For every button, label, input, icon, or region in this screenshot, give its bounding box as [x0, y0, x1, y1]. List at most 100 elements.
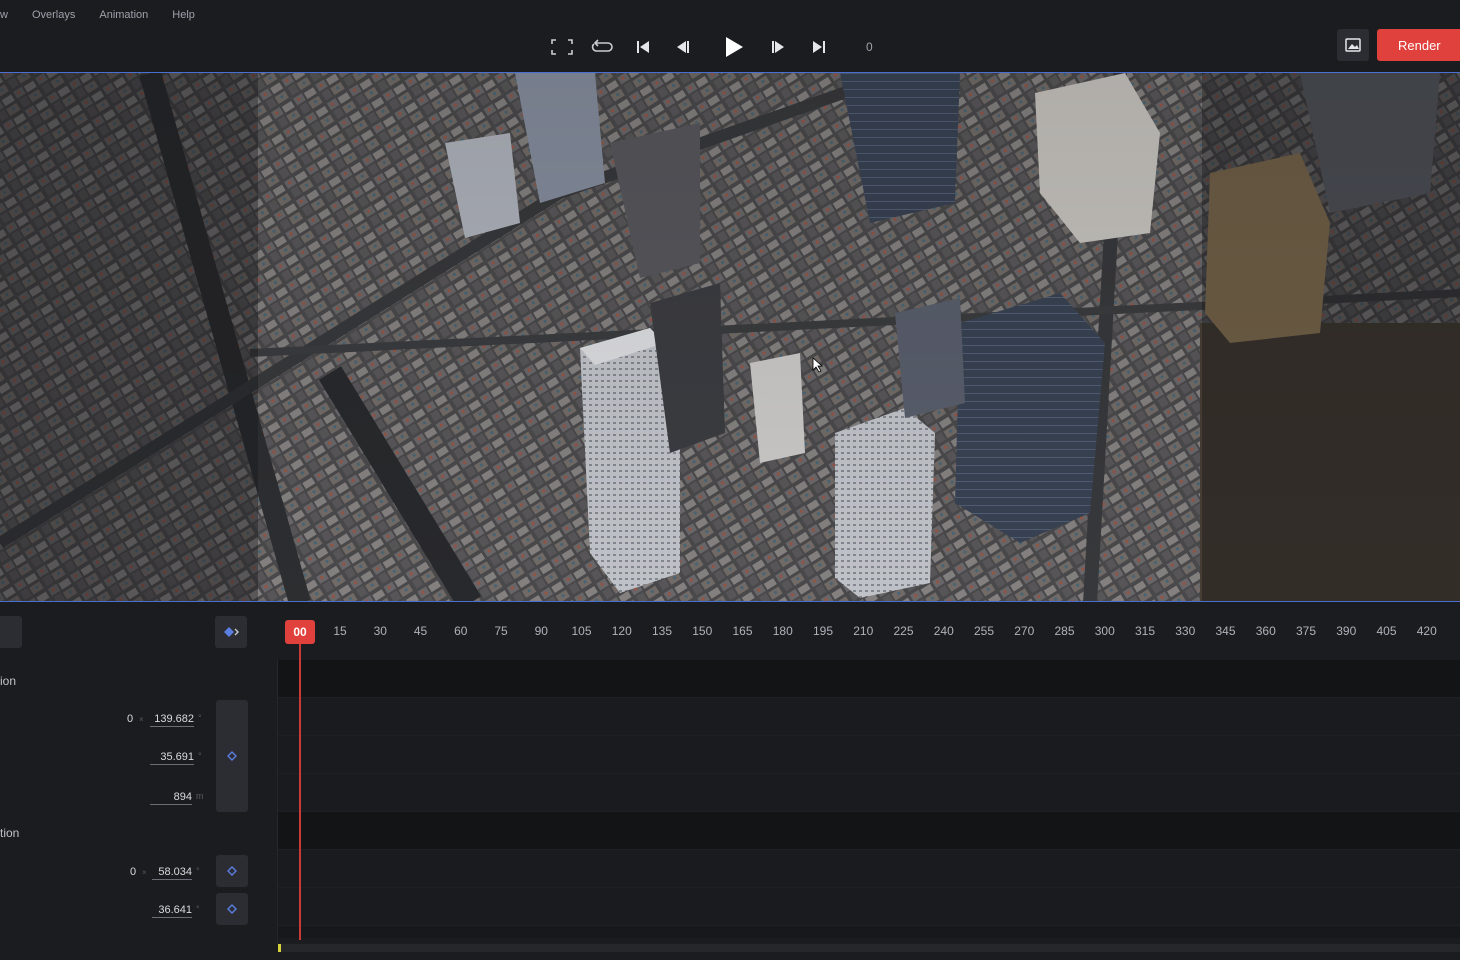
fullscreen-button[interactable]: [547, 32, 577, 62]
ruler-tick: 240: [933, 624, 954, 638]
play-icon: [726, 37, 743, 57]
play-button[interactable]: [717, 32, 751, 62]
keyframe-add-icon: [224, 627, 239, 637]
scrollbar-thumb[interactable]: [278, 944, 281, 952]
timeline-ruler-row: 15 30 45 60 75 90 105 120 135 150 165 180 195 210 225 2…: [0, 602, 1460, 660]
timeline-ruler[interactable]: 15 30 45 60 75 90 105 120 135 150 165 180 195 210 225 2…: [278, 602, 1460, 660]
ruler-tick: 345: [1215, 624, 1236, 638]
ruler-tick: 285: [1054, 624, 1075, 638]
ruler-tick: 330: [1175, 624, 1196, 638]
ruler-tick: 150: [692, 624, 713, 638]
altitude-field[interactable]: 894: [150, 791, 192, 805]
skip-to-end-button[interactable]: [804, 32, 834, 62]
keyframe-button-position[interactable]: [216, 700, 248, 812]
skip-to-start-icon: [637, 41, 649, 53]
ruler-tick: 60: [454, 624, 468, 638]
ruler-tick: 315: [1134, 624, 1156, 638]
track-latitude[interactable]: [278, 736, 1460, 774]
prop-row-altitude: 894 m: [0, 788, 210, 808]
loop-button[interactable]: [587, 32, 617, 62]
keyframe-diamond-icon: [227, 866, 237, 876]
prop-prefix: 0: [127, 713, 134, 725]
menu-bar: w Overlays Animation Help: [0, 8, 207, 24]
ruler-tick: 45: [413, 624, 428, 638]
ruler-tick: 195: [812, 624, 834, 638]
ruler-tick: 390: [1336, 624, 1357, 638]
menu-item-overlays[interactable]: Overlays: [20, 8, 87, 24]
keyframe-diamond-icon: [227, 904, 237, 914]
separator-icon: ×: [139, 715, 144, 724]
ruler-tick: 105: [571, 624, 592, 638]
fullscreen-icon: [551, 39, 573, 55]
ruler-tick: 360: [1255, 624, 1276, 638]
track-header-rotation: [278, 812, 1460, 850]
track-heading[interactable]: [278, 850, 1460, 888]
properties-panel: ion 0 × 139.682 ° 35.691 ° 894 m tion 0 …: [0, 660, 278, 944]
add-keyframe-button[interactable]: [215, 616, 247, 648]
ruler-tick: 75: [494, 624, 508, 638]
menu-item-animation[interactable]: Animation: [87, 8, 160, 24]
ruler-tick: 120: [611, 624, 632, 638]
prop-row-latitude: 35.691 °: [0, 748, 210, 768]
step-back-icon: [677, 41, 689, 53]
skip-to-end-icon: [813, 41, 825, 53]
latitude-field[interactable]: 35.691: [150, 751, 194, 765]
viewport-mask-right: [1202, 73, 1460, 601]
menu-item-help[interactable]: Help: [160, 8, 207, 24]
step-forward-button[interactable]: [763, 32, 793, 62]
map-viewport[interactable]: [0, 72, 1460, 602]
timeline-tracks[interactable]: [278, 660, 1460, 938]
step-forward-icon: [772, 41, 784, 53]
playhead-handle[interactable]: 00: [285, 620, 315, 644]
ruler-tick: 30: [373, 624, 387, 638]
viewport-mask-left: [0, 73, 258, 601]
ruler-tick: 375: [1295, 624, 1317, 638]
timeline-scrollbar[interactable]: [278, 944, 1460, 952]
longitude-field[interactable]: 139.682: [150, 713, 194, 727]
section-label-position: ion: [0, 674, 17, 688]
image-icon: [1345, 38, 1361, 52]
ruler-tick: 420: [1416, 624, 1437, 638]
unit-label: m: [196, 791, 204, 801]
separator-icon: ×: [142, 868, 147, 877]
top-bar: w Overlays Animation Help 0 Render: [0, 0, 1460, 72]
unit-label: °: [196, 904, 200, 914]
prop-prefix: 0: [130, 866, 137, 878]
step-back-button[interactable]: [668, 32, 698, 62]
track-longitude[interactable]: [278, 698, 1460, 736]
unit-label: °: [198, 713, 202, 723]
frame-counter: 0: [866, 40, 873, 54]
ruler-tick: 15: [333, 624, 347, 638]
skip-to-start-button[interactable]: [628, 32, 658, 62]
ruler-tick: 210: [853, 624, 874, 638]
render-button[interactable]: Render: [1377, 29, 1460, 61]
loop-icon: [591, 39, 613, 52]
ruler-tick: 270: [1014, 624, 1035, 638]
tilt-field[interactable]: 36.641: [152, 904, 192, 918]
menu-item-view[interactable]: w: [0, 8, 20, 24]
section-label-rotation: tion: [0, 826, 20, 840]
panel-collapse-button[interactable]: [0, 616, 22, 648]
keyframe-button-heading[interactable]: [216, 855, 248, 887]
unit-label: °: [196, 866, 200, 876]
keyframe-button-tilt[interactable]: [216, 893, 248, 925]
ruler-tick: 135: [651, 624, 673, 638]
ruler-tick: 165: [732, 624, 753, 638]
playhead-line: [299, 644, 301, 940]
ruler-tick: 405: [1376, 624, 1397, 638]
ruler-tick: 300: [1094, 624, 1115, 638]
heading-field[interactable]: 58.034: [152, 866, 192, 880]
ruler-tick: 180: [772, 624, 793, 638]
prop-row-heading: 0 × 58.034 °: [0, 863, 210, 883]
ruler-tick: 90: [534, 624, 548, 638]
track-tilt[interactable]: [278, 888, 1460, 926]
track-header-position: [278, 660, 1460, 698]
cursor-icon: [812, 357, 824, 373]
ruler-tick: 225: [893, 624, 914, 638]
unit-label: °: [198, 751, 202, 761]
track-altitude[interactable]: [278, 774, 1460, 812]
prop-row-tilt: 36.641 °: [0, 901, 210, 921]
keyframe-diamond-icon: [227, 751, 237, 761]
snapshot-button[interactable]: [1337, 29, 1369, 61]
prop-row-longitude: 0 × 139.682 °: [0, 710, 210, 730]
